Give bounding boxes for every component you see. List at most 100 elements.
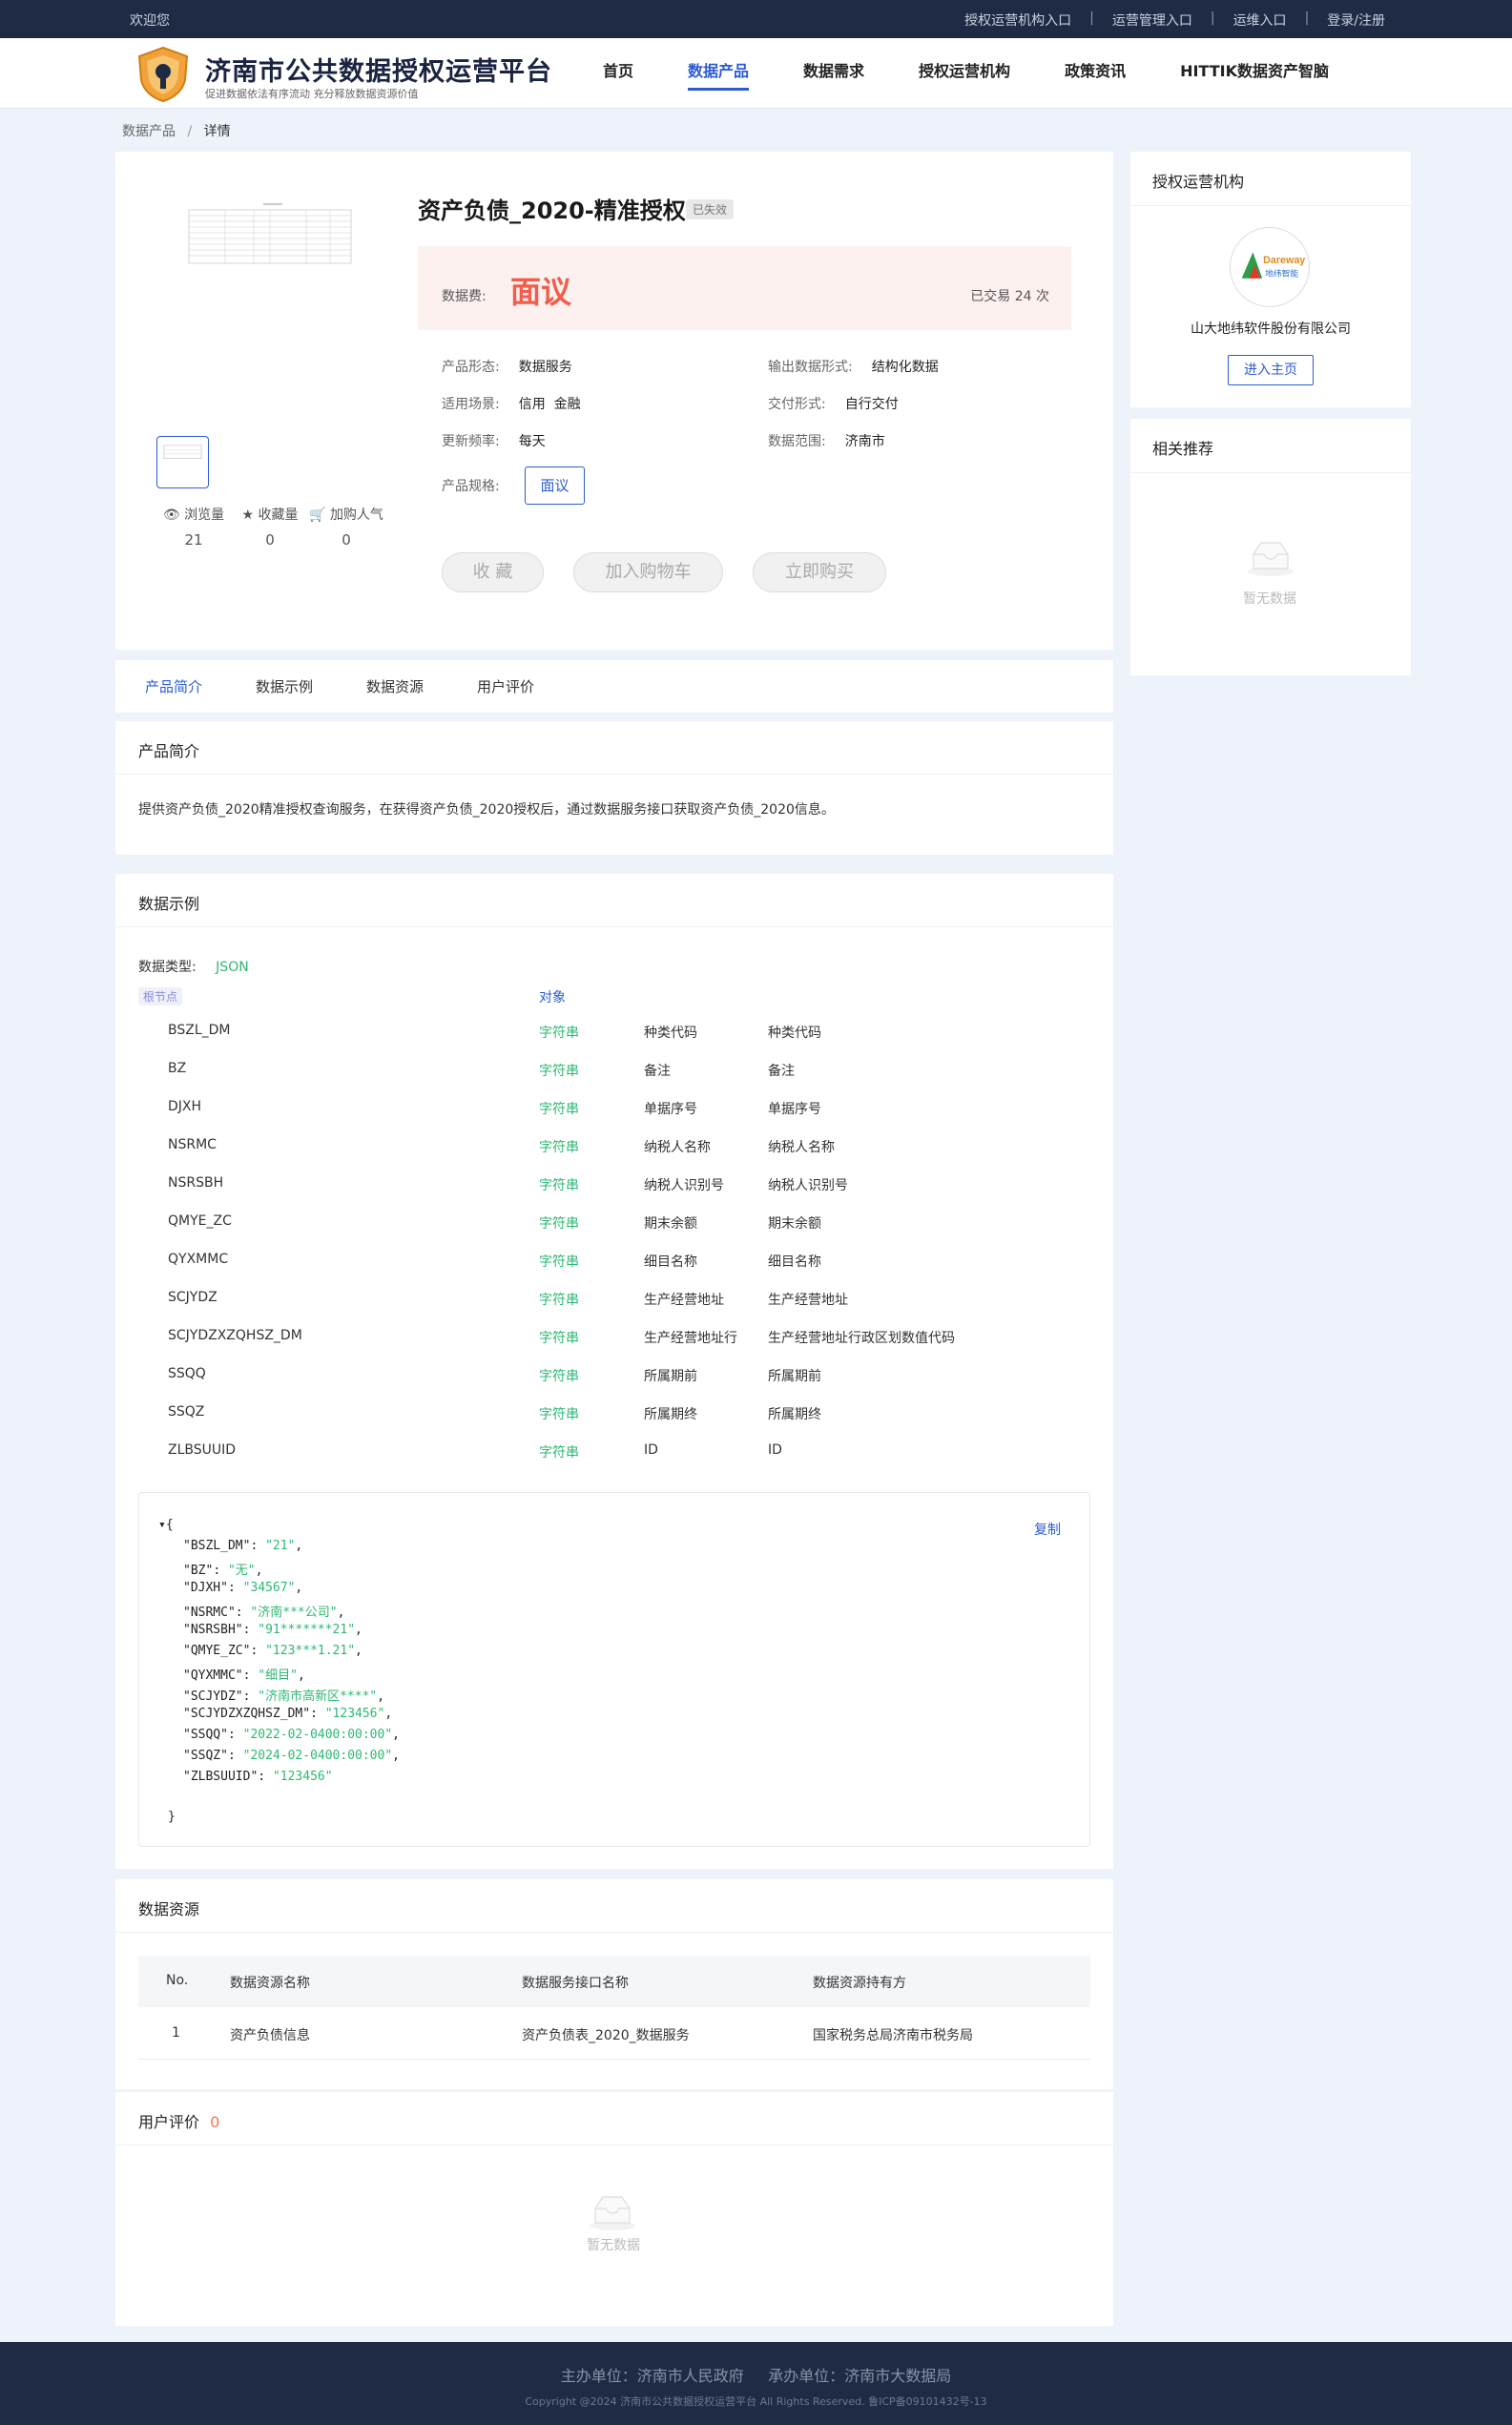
attr-spec-label: 产品规格: [442, 479, 500, 494]
price-label: 数据费: [442, 289, 487, 304]
cart-icon: 🛒 [309, 508, 326, 523]
resources-title: 数据资源 [115, 1879, 1113, 1933]
tab-sample[interactable]: 数据示例 [256, 676, 313, 696]
buy-now-button[interactable]: 立即购买 [753, 552, 886, 592]
reviews-title: 用户评价 0 [115, 2092, 1113, 2145]
org-entry-link[interactable]: 授权运营机构入口 [946, 10, 1089, 30]
copy-button[interactable]: 复制 [1034, 1520, 1061, 1539]
field-cn-name: 纳税人识别号 [644, 1178, 724, 1193]
product-preview-image[interactable] [187, 200, 354, 277]
field-type: 字符串 [539, 1140, 579, 1155]
field-desc: 所属期前 [768, 1369, 821, 1384]
field-desc: 生产经营地址行政区划数值代码 [768, 1331, 955, 1346]
field-cn-name: 生产经营地址行 [644, 1331, 737, 1346]
nav-data-products[interactable]: 数据产品 [688, 58, 750, 91]
field-cn-name: 纳税人名称 [644, 1140, 711, 1155]
field-cn-name: 细目名称 [644, 1254, 697, 1270]
field-cn-name: 种类代码 [644, 1026, 697, 1041]
json-pair-line: "ZLBSUUID": "123456" [183, 1770, 333, 1784]
cart-count: 🛒 加购人气 0 [308, 505, 384, 549]
json-pair-line: "NSRMC": "济南***公司", [183, 1606, 345, 1620]
breadcrumb: 数据产品 / 详情 [122, 121, 231, 140]
json-close-line: } [168, 1810, 176, 1824]
nav-hittik[interactable]: HITTIK数据资产智脑 [1180, 58, 1329, 91]
breadcrumb-parent[interactable]: 数据产品 [122, 124, 176, 139]
attr-form: 产品形态: 数据服务 [442, 360, 572, 375]
add-to-cart-button[interactable]: 加入购物车 [573, 552, 723, 592]
org-logo[interactable]: Dareway 地纬智能 [1230, 227, 1310, 307]
json-key: "NSRMC" [183, 1606, 236, 1620]
field-desc: 纳税人名称 [768, 1140, 835, 1155]
tab-resources[interactable]: 数据资源 [366, 676, 424, 696]
trade-count: 已交易 24 次 [970, 289, 1049, 304]
col-resource-name: 数据资源名称 [230, 1976, 310, 1991]
collapse-caret-icon[interactable]: ▾ [158, 1518, 166, 1532]
json-key: "QYXMMC" [183, 1668, 243, 1683]
col-no: No. [166, 1973, 189, 1988]
star-icon: ★ [241, 508, 255, 523]
recommend-card-title: 相关推荐 [1130, 419, 1411, 473]
shield-logo-icon[interactable] [135, 46, 191, 103]
nav-data-demand[interactable]: 数据需求 [803, 58, 864, 91]
ops-mgmt-link[interactable]: 运营管理入口 [1094, 10, 1211, 30]
tab-reviews[interactable]: 用户评价 [477, 676, 534, 696]
field-type: 字符串 [539, 1445, 579, 1461]
field-desc: 细目名称 [768, 1254, 821, 1270]
login-register-link[interactable]: 登录/注册 [1309, 10, 1385, 30]
intro-section: 产品简介 提供资产负债_2020精准授权查询服务，在获得资产负债_2020授权后… [115, 721, 1113, 855]
field-desc: 备注 [768, 1064, 795, 1079]
org-name: 山大地纬软件股份有限公司 [1191, 321, 1351, 337]
maintenance-link[interactable]: 运维入口 [1215, 10, 1305, 30]
field-type: 字符串 [539, 1293, 579, 1308]
field-name: SCJYDZXZQHSZ_DM [168, 1328, 302, 1343]
field-name: BSZL_DM [168, 1023, 231, 1038]
nav-operators[interactable]: 授权运营机构 [919, 58, 1010, 91]
site-header: 济南市公共数据授权运营平台 促进数据依法有序流动 充分释放数据资源价值 首页 数… [0, 38, 1512, 109]
reviews-count: 0 [210, 2113, 220, 2131]
field-name: QYXMMC [168, 1252, 229, 1267]
reviews-section: 用户评价 0 暂无数据 [115, 2092, 1113, 2326]
json-pair-line: "QYXMMC": "细目", [183, 1668, 305, 1683]
favorite-button[interactable]: 收 藏 [442, 552, 544, 592]
json-key: "BZ" [183, 1564, 214, 1578]
thumbnail-selected[interactable] [156, 436, 209, 488]
json-value: "济南市高新区****" [258, 1689, 378, 1704]
json-key: "SSQZ" [183, 1749, 228, 1763]
price-box: 数据费: 面议 已交易 24 次 [418, 246, 1071, 330]
root-node-tag: 根节点 [138, 987, 183, 1005]
field-type: 字符串 [539, 1216, 579, 1232]
field-name: NSRSBH [168, 1175, 224, 1191]
breadcrumb-current: 详情 [203, 124, 231, 139]
site-title[interactable]: 济南市公共数据授权运营平台 [205, 51, 552, 88]
field-cn-name: 期末余额 [644, 1216, 697, 1232]
view-value: 21 [184, 531, 203, 549]
field-cn-name: 备注 [644, 1064, 671, 1079]
attr-output: 输出数据形式: 结构化数据 [768, 360, 939, 375]
json-value: "34567" [242, 1581, 296, 1595]
dareway-logo-icon: Dareway 地纬智能 [1241, 252, 1305, 280]
field-cn-name: ID [644, 1442, 658, 1458]
attr-scene: 适用场景: 信用 金融 [442, 397, 581, 412]
col-api-name: 数据服务接口名称 [522, 1976, 629, 1991]
field-type: 字符串 [539, 1064, 579, 1079]
json-value: "2024-02-0400:00:00" [242, 1749, 393, 1763]
product-detail-card: 👁 浏览量 21 ★ 收藏量 0 🛒 加购人气 0 资产负债_2020-精准授权… [115, 152, 1113, 650]
field-name: ZLBSUUID [168, 1442, 237, 1458]
nav-home[interactable]: 首页 [603, 58, 633, 91]
intro-text: 提供资产负债_2020精准授权查询服务，在获得资产负债_2020授权后，通过数据… [138, 802, 835, 818]
json-pair-line: "BSZL_DM": "21", [183, 1539, 303, 1553]
nav-policy-news[interactable]: 政策资讯 [1065, 58, 1126, 91]
json-key: "DJXH" [183, 1581, 228, 1595]
field-desc: 纳税人识别号 [768, 1178, 848, 1193]
breadcrumb-sep: / [187, 124, 193, 139]
spec-option-button[interactable]: 面议 [525, 466, 585, 505]
field-name: BZ [168, 1061, 187, 1076]
empty-box-icon [590, 2196, 635, 2230]
enter-homepage-button[interactable]: 进入主页 [1228, 355, 1314, 385]
cell-holder: 国家税务总局济南市税务局 [813, 2028, 973, 2043]
json-key: "QMYE_ZC" [183, 1644, 251, 1658]
site-footer: 主办单位：济南市人民政府 承办单位：济南市大数据局 Copyright @202… [0, 2342, 1512, 2425]
field-type: 字符串 [539, 1331, 579, 1346]
field-name: SSQZ [168, 1404, 205, 1420]
tab-intro[interactable]: 产品简介 [145, 676, 202, 696]
